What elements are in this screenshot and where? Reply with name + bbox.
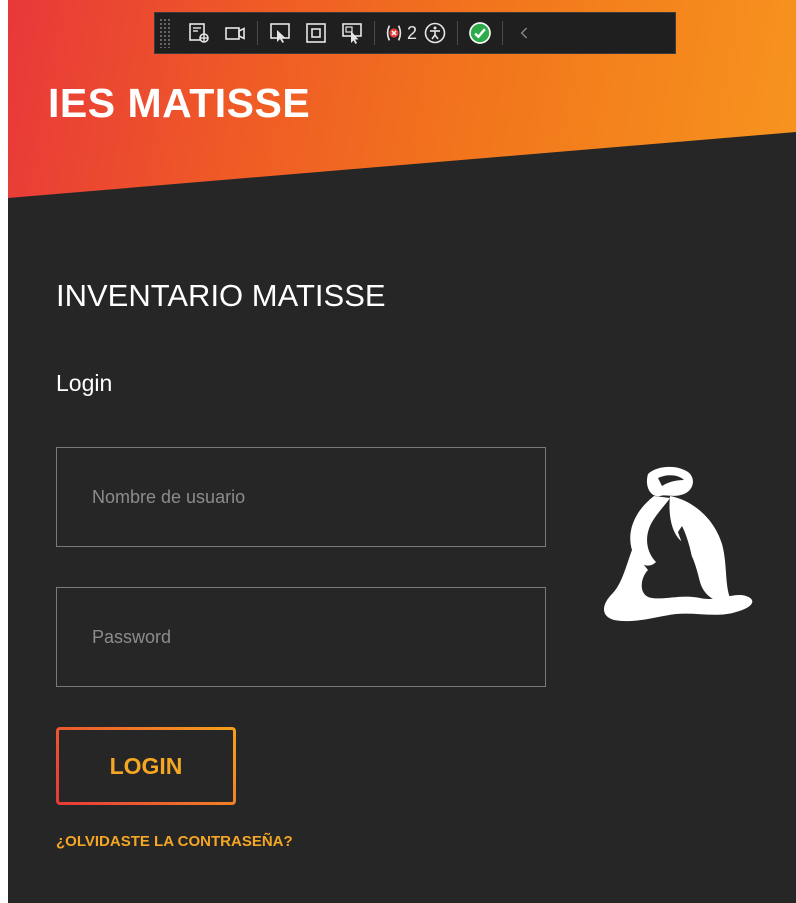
select-element-icon[interactable] (184, 18, 214, 48)
forgot-password-link[interactable]: ¿OLVIDASTE LA CONTRASEÑA? (56, 833, 293, 850)
debug-toolbar: 2 (154, 12, 676, 54)
track-focused-element-icon[interactable] (301, 18, 331, 48)
app-title: INVENTARIO MATISSE (56, 278, 386, 313)
toolbar-separator (374, 21, 375, 45)
video-camera-icon[interactable] (220, 18, 250, 48)
login-button[interactable]: LOGIN (56, 727, 236, 805)
collapse-toolbar-icon[interactable] (510, 18, 540, 48)
toolbar-separator (457, 21, 459, 45)
brand-title: IES MATISSE (48, 80, 311, 126)
hot-reload-ok-icon[interactable] (465, 18, 495, 48)
toolbar-grip-handle[interactable] (159, 18, 171, 48)
login-section-title: Login (56, 370, 113, 396)
errors-icon[interactable] (382, 18, 406, 48)
display-layout-adorners-icon[interactable] (265, 18, 295, 48)
toolbar-separator (502, 21, 504, 45)
accessibility-icon[interactable] (420, 18, 450, 48)
username-input[interactable] (56, 447, 546, 547)
password-input[interactable] (56, 587, 546, 687)
error-count[interactable]: 2 (407, 23, 417, 44)
matisse-figure-logo-icon (596, 466, 760, 629)
toolbar-separator (257, 21, 258, 45)
preview-selection-icon[interactable] (337, 18, 367, 48)
app-window: IES MATISSE 2 INVENTARIO MATISSE Login N… (8, 0, 796, 903)
